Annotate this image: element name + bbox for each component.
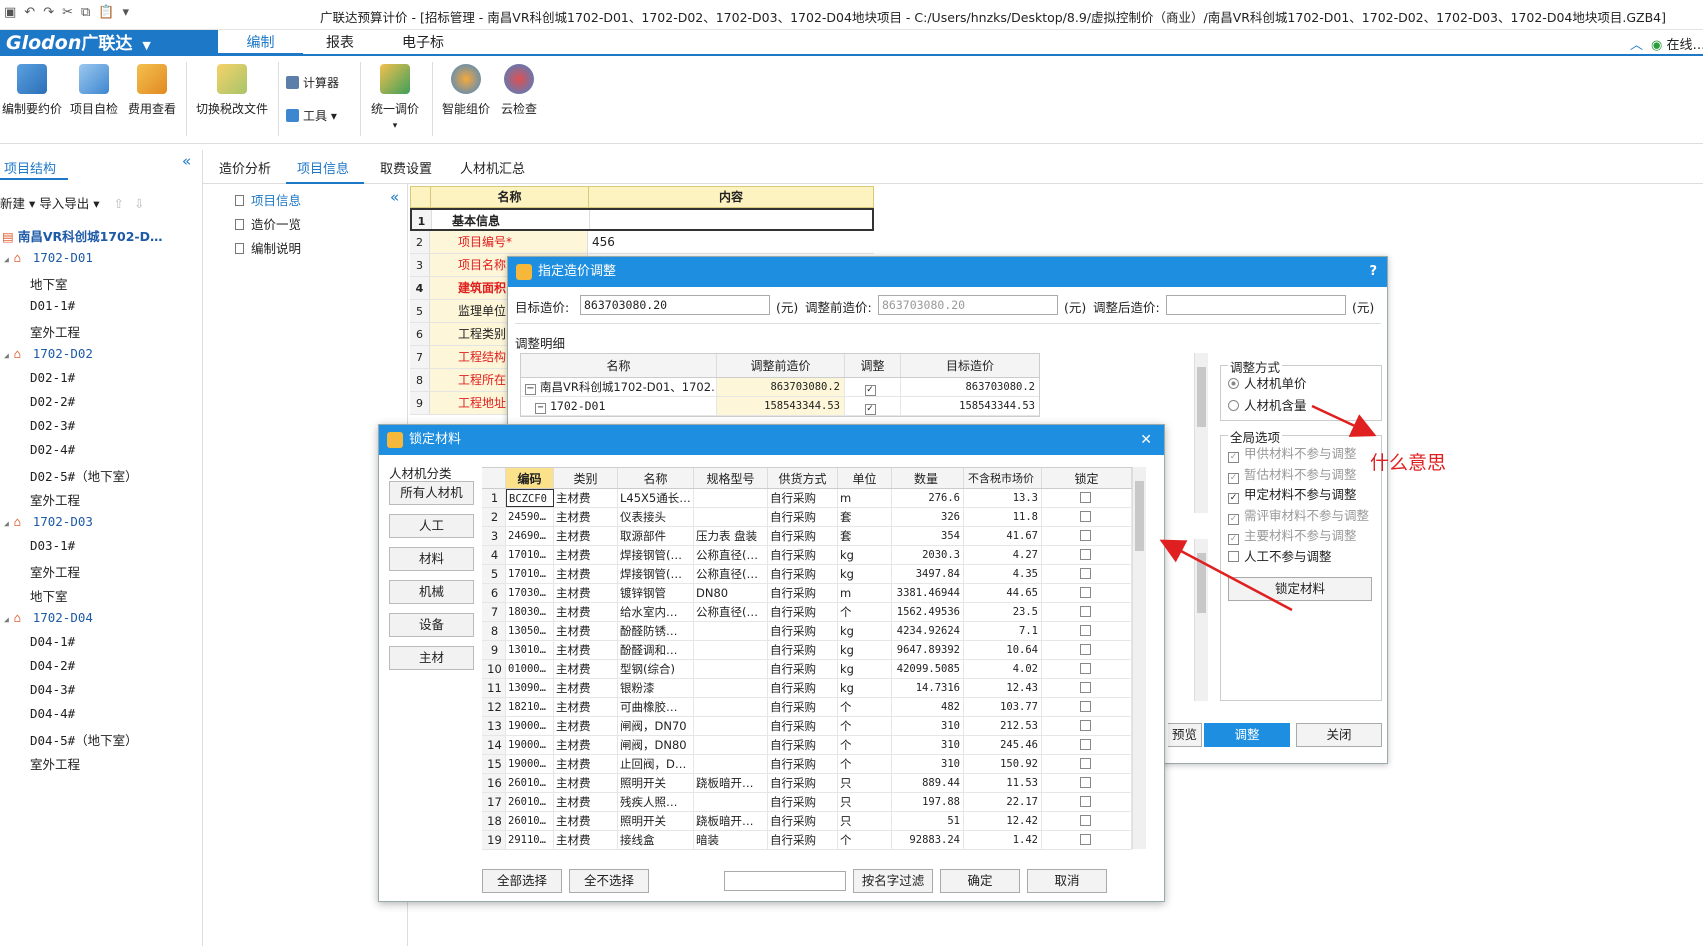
annotation-arrows (1159, 404, 1377, 612)
annotation-text: 什么意思 (1370, 452, 1447, 474)
annotation-arrow-lock (1159, 539, 1293, 612)
annotation-arrow-mode (1311, 404, 1377, 437)
